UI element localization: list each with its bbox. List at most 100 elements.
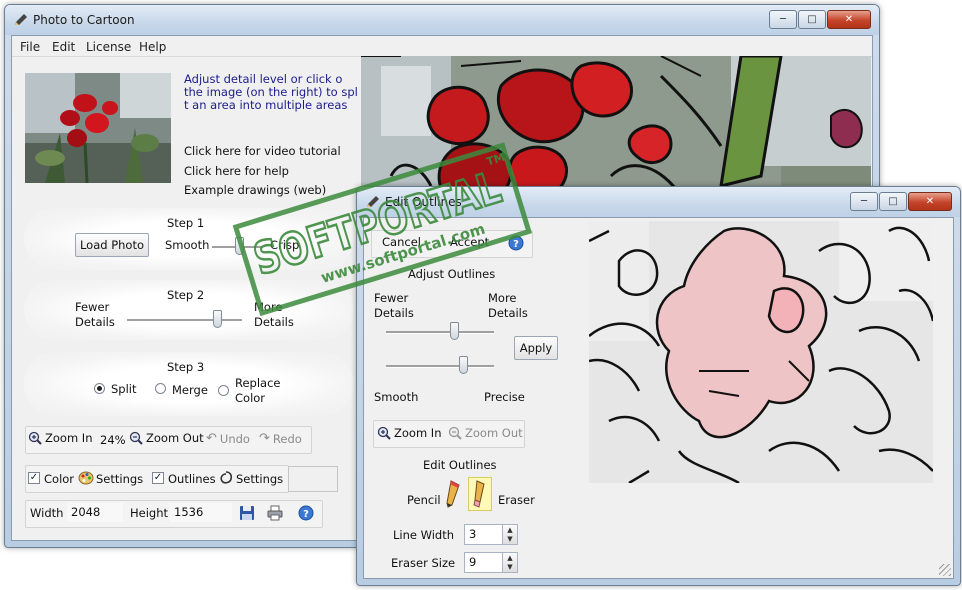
line-width-spin[interactable]: ▲ ▼ [502,525,517,544]
pencil-label: Pencil [407,493,441,507]
save-icon[interactable] [239,505,255,521]
zoom-in-button[interactable]: Zoom In [28,431,93,445]
outlines-label: Outlines [168,472,216,486]
eraser-label: Eraser [498,493,535,507]
menu-help[interactable]: Help [139,40,166,54]
close-button[interactable]: ✕ [827,10,871,29]
outlines-zoom-in-label: Zoom In [394,426,442,440]
outlines-client-area: Cancel Accept ? Adjust Outlines Fewer Det… [363,217,954,579]
width-label: Width [30,506,64,520]
zoom-in-icon [28,431,42,445]
instructions-line3: t an area into multiple areas [184,98,348,112]
outlines-smooth-label: Smooth [374,390,419,404]
zoom-out-icon [129,431,143,445]
zoom-out-icon [448,426,462,440]
outlines-detail-slider[interactable] [450,322,459,340]
smooth-label: Smooth [165,238,210,252]
step3-title: Step 3 [167,360,205,374]
redo-button[interactable]: ↷ Redo [259,431,302,446]
maximize-button[interactable]: □ [798,10,826,29]
eraser-size-label: Eraser Size [391,556,456,570]
zoom-out-button[interactable]: Zoom Out [129,431,204,445]
undo-label: Undo [219,431,250,446]
outlines-zoom-out-label: Zoom Out [465,426,523,440]
main-window-controls: ─ □ ✕ [769,10,871,29]
outlines-precise-label: Precise [484,390,525,404]
outlines-fewer-details-label: Fewer Details [374,291,414,320]
eraser-tool-icon[interactable] [468,477,492,511]
redo-label: Redo [272,431,302,446]
help-icon[interactable]: ? [298,505,314,521]
eraser-size-value: 9 [469,555,477,569]
print-icon[interactable] [267,505,283,521]
video-tutorial-link[interactable]: Click here for video tutorial [184,144,341,158]
outline-settings-icon [220,471,233,484]
outlines-window-controls: ─ □ ✕ [850,192,952,211]
line-width-label: Line Width [393,528,455,542]
resize-grip[interactable] [939,564,951,576]
undo-button[interactable]: ↶ Undo [206,431,250,446]
minimize-button[interactable]: ─ [769,10,797,29]
line-width-value: 3 [469,527,477,541]
menu-license[interactable]: License [86,40,131,54]
merge-label: Merge [172,383,208,397]
palette-icon [78,471,94,485]
details-track [127,319,242,322]
svg-text:?: ? [303,509,309,520]
redo-icon: ↷ [259,431,270,446]
menu-file[interactable]: File [20,40,40,54]
edit-outlines-title: Edit Outlines [423,458,497,472]
menu-edit[interactable]: Edit [52,40,75,54]
instructions-line2: the image (on the right) to spl [184,85,358,99]
menu-bar: File Edit License Help [12,36,872,57]
height-label: Height [130,506,169,520]
details-slider[interactable] [213,310,222,328]
outlines-maximize-button[interactable]: □ [879,192,907,211]
split-radio[interactable] [94,383,105,394]
replace-color-label: Replace Color [235,376,281,405]
zoom-level: 24% [100,433,126,447]
outlines-precision-track [386,365,494,368]
undo-icon: ↶ [206,431,217,446]
outlines-settings-button[interactable]: Settings [236,472,283,486]
height-field[interactable]: 1536 [169,502,233,523]
outlines-checkbox[interactable]: ✓ [152,472,164,484]
photo-thumbnail[interactable] [25,73,171,183]
color-label: Color [44,472,75,486]
color-settings-button[interactable]: Settings [96,472,143,486]
split-label: Split [111,382,137,396]
step1-title: Step 1 [167,216,205,230]
load-photo-button[interactable]: Load Photo [75,233,149,257]
eraser-size-stepper[interactable]: 9 ▲ ▼ [464,552,518,573]
pencil-tool-icon[interactable] [443,479,465,509]
main-window-title: Photo to Cartoon [33,13,135,27]
outlines-precision-slider[interactable] [459,356,468,374]
color-checkbox[interactable]: ✓ [28,472,40,484]
fewer-details-label: Fewer Details [75,300,115,329]
svg-text:?: ? [513,239,519,250]
examples-link[interactable]: Example drawings (web) [184,183,326,197]
merge-radio[interactable] [155,383,166,394]
replace-color-radio[interactable] [218,385,229,396]
zoom-in-icon [377,426,391,440]
outlines-more-details-label: More Details [488,291,528,320]
outlines-detail-track [386,331,494,334]
eraser-size-spin[interactable]: ▲ ▼ [502,553,517,572]
step2-title: Step 2 [167,288,205,302]
line-width-stepper[interactable]: 3 ▲ ▼ [464,524,518,545]
width-field[interactable]: 2048 [66,502,124,523]
outlines-minimize-button[interactable]: ─ [850,192,878,211]
pencil-app-icon [15,14,27,25]
watermark-tm: TM [485,151,506,169]
main-titlebar[interactable]: Photo to Cartoon ─ □ ✕ [5,5,879,35]
help-link[interactable]: Click here for help [184,164,289,178]
outlines-zoom-in-button[interactable]: Zoom In [377,426,442,440]
adjust-outlines-title: Adjust Outlines [408,267,496,281]
outlines-close-button[interactable]: ✕ [908,192,952,211]
outline-canvas[interactable] [589,221,933,483]
color-preview-box [288,466,338,492]
outlines-zoom-out-button[interactable]: Zoom Out [448,426,523,440]
zoom-out-label: Zoom Out [146,431,204,445]
zoom-in-label: Zoom In [45,431,93,445]
apply-button[interactable]: Apply [514,336,558,360]
